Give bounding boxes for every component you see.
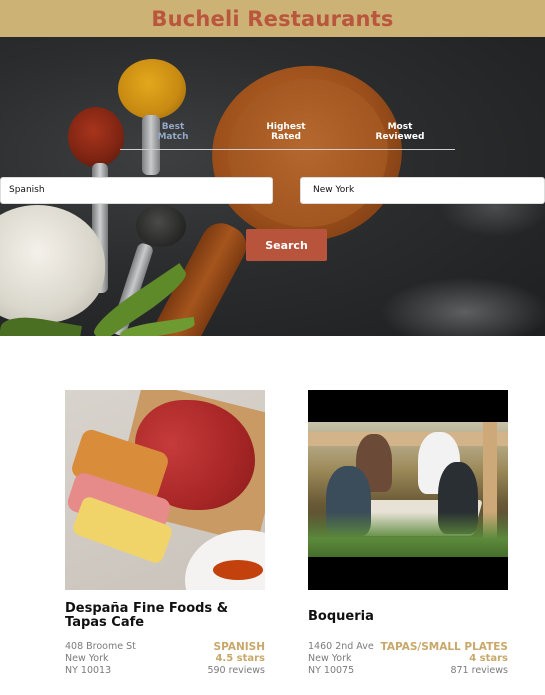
business-card[interactable]: Boqueria 1460 2nd Ave New York NY 10075 … xyxy=(308,390,508,677)
stone-texture xyxy=(380,277,545,336)
business-name: Boqueria xyxy=(308,609,374,624)
business-reviews: TAPAS/SMALL PLATES 4 stars 871 reviews xyxy=(381,641,509,677)
sort-option-most-reviewed[interactable]: Most Reviewed xyxy=(370,122,430,142)
business-image xyxy=(308,390,508,590)
peppercorn-spoon-image xyxy=(136,205,186,247)
app-title: Bucheli Restaurants xyxy=(151,6,394,31)
sort-option-label: Rated xyxy=(271,132,301,142)
business-image xyxy=(65,390,265,590)
business-category: TAPAS/SMALL PLATES xyxy=(380,641,509,653)
business-info: 1460 2nd Ave New York NY 10075 TAPAS/SMA… xyxy=(308,641,508,677)
sort-option-label: Reviewed xyxy=(375,132,425,142)
turmeric-spoon-image xyxy=(118,59,186,119)
search-term-input[interactable]: Spanish xyxy=(0,177,273,204)
business-info: 408 Broome St New York NY 10013 SPANISH … xyxy=(65,641,265,677)
sort-option-label: Match xyxy=(157,132,189,142)
search-button[interactable]: Search xyxy=(246,229,327,261)
business-card[interactable]: Despaña Fine Foods & Tapas Cafe 408 Broo… xyxy=(65,390,265,677)
sort-option-label: Best xyxy=(161,122,185,132)
sort-option-highest-rated[interactable]: Highest Rated xyxy=(256,122,316,142)
business-rating: 4 stars xyxy=(469,653,508,664)
business-review-count: 590 reviews xyxy=(207,665,265,676)
business-rating: 4.5 stars xyxy=(215,653,265,664)
sort-option-best-match[interactable]: Best Match xyxy=(148,122,198,142)
sort-option-label: Highest xyxy=(266,122,306,132)
sort-option-label: Most xyxy=(387,122,413,132)
business-name: Despaña Fine Foods & Tapas Cafe xyxy=(65,601,229,630)
location-input[interactable]: New York xyxy=(300,177,545,204)
garlic-image xyxy=(0,205,105,323)
business-reviews: SPANISH 4.5 stars 590 reviews xyxy=(207,641,265,677)
business-category: SPANISH xyxy=(213,641,265,653)
paprika-spoon-image xyxy=(68,107,124,167)
business-review-count: 871 reviews xyxy=(450,665,508,676)
sort-options-underline xyxy=(120,149,455,150)
app-header: Bucheli Restaurants xyxy=(0,0,545,37)
